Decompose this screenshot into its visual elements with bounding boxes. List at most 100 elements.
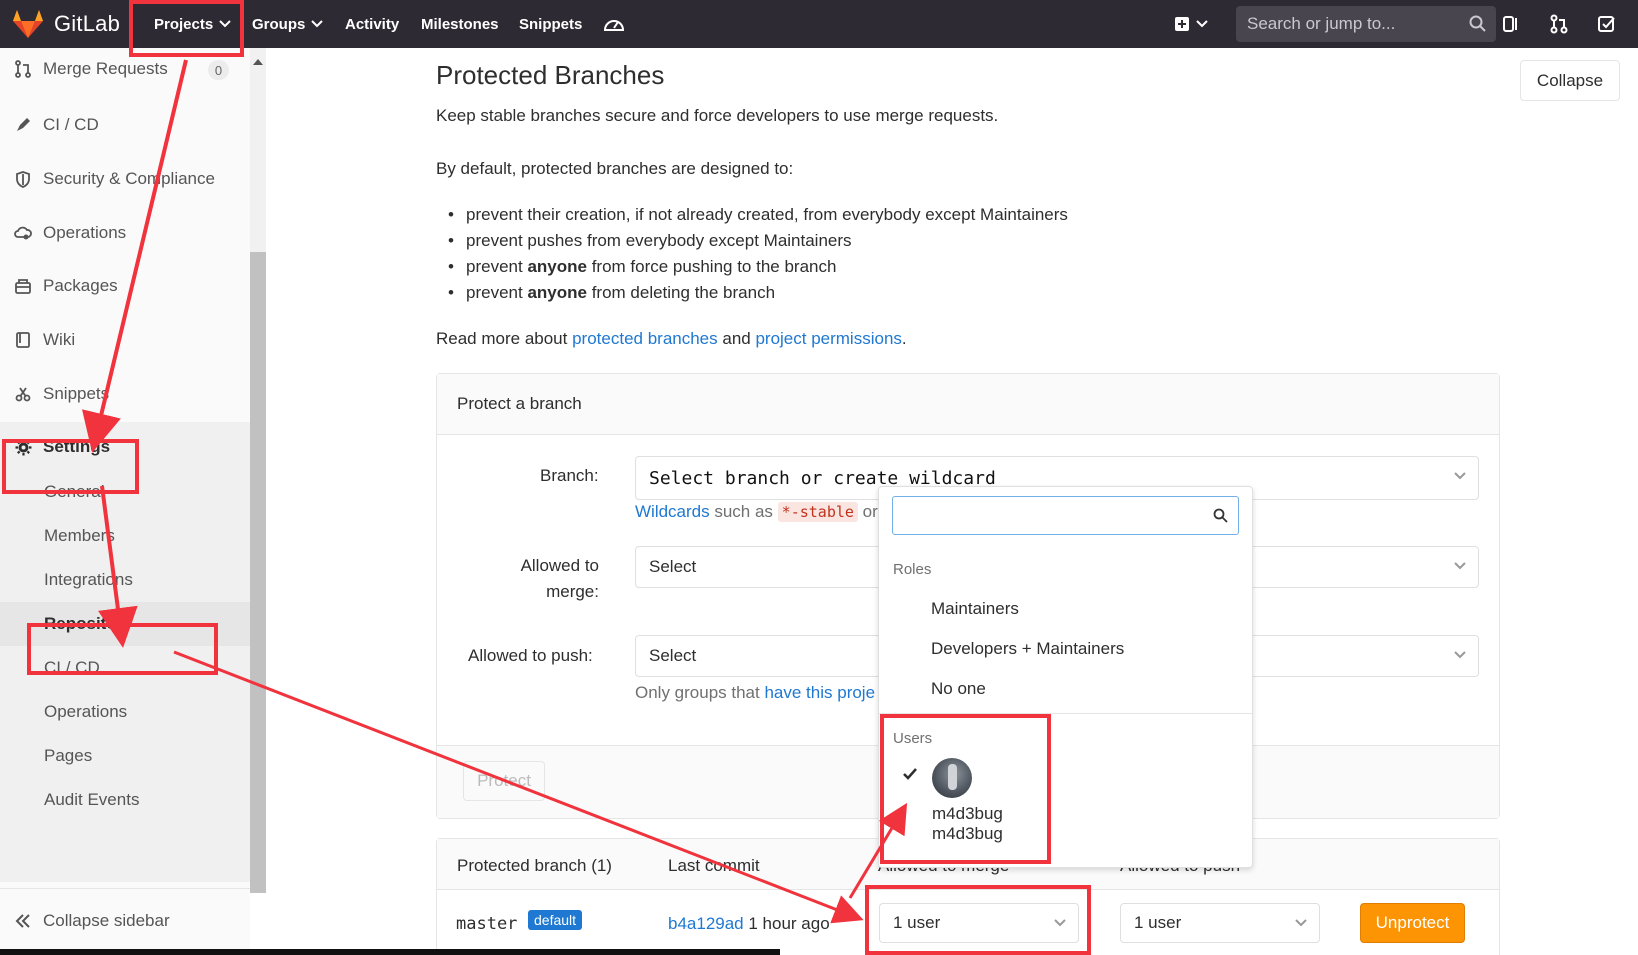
role-option-developers-maintainers[interactable]: Developers + Maintainers (931, 639, 1124, 659)
sidebar-item-label: CI / CD (43, 115, 99, 134)
groups-hint: Only groups that have this proje (635, 683, 876, 702)
collapse-sidebar-button[interactable]: Collapse sidebar (0, 899, 250, 943)
project-sidebar: Merge Requests 0 CI / CD Security & Comp… (0, 48, 250, 955)
plus-square-icon (1175, 17, 1189, 31)
sidebar-item-label: Merge Requests (43, 59, 168, 78)
collapse-sidebar-label: Collapse sidebar (43, 911, 170, 930)
sidebar-item-operations[interactable]: Operations (0, 213, 250, 253)
groups-hint-link[interactable]: have this proje (764, 683, 875, 702)
sidebar-sub-label: Members (44, 526, 115, 545)
protected-branches-link[interactable]: protected branches (572, 329, 718, 348)
nav-activity[interactable]: Activity (345, 0, 399, 48)
cloud-gear-icon (14, 224, 32, 242)
allowed-merge-label-2: merge: (546, 582, 599, 601)
nav-dashboard[interactable] (603, 0, 625, 48)
panel-header: Protect a branch (437, 374, 1499, 435)
new-item-dropdown[interactable] (1174, 0, 1208, 48)
double-chevron-left-icon (14, 912, 32, 930)
annotation-box-repository (27, 623, 218, 675)
sidebar-divider (0, 888, 250, 889)
search-input[interactable]: Search or jump to... (1236, 6, 1496, 42)
sidebar-item-packages[interactable]: Packages (0, 266, 250, 306)
count-badge: 0 (208, 60, 229, 80)
branch-name: master (456, 914, 518, 934)
table-header-branch: Protected branch (1) (457, 856, 612, 875)
sidebar-sub-label: Audit Events (44, 790, 140, 809)
sidebar-sub-audit-events[interactable]: Audit Events (0, 778, 250, 822)
todo-check-icon (1598, 16, 1615, 32)
chevron-down-icon (311, 20, 324, 28)
nav-groups[interactable]: Groups (252, 0, 324, 48)
role-option-maintainers[interactable]: Maintainers (931, 599, 1019, 619)
sidebar-item-security[interactable]: Security & Compliance (0, 159, 250, 199)
sidebar-item-label: Security & Compliance (43, 169, 215, 188)
annotation-box-settings (2, 439, 139, 494)
role-option-no-one[interactable]: No one (931, 679, 986, 699)
gitlab-brand: GitLab (54, 11, 121, 36)
annotation-box-projects (129, 0, 244, 57)
sidebar-sub-label: Integrations (44, 570, 133, 589)
allowed-merge-label: Allowed to (520, 556, 599, 575)
merge-request-icon (14, 60, 32, 78)
protect-button[interactable]: Protect (463, 761, 545, 801)
top-navbar: GitLab Projects Groups Activity Mileston… (0, 0, 1638, 48)
rocket-icon (14, 116, 32, 134)
list-item: • prevent anyone from deleting the branch (448, 283, 776, 302)
book-icon (14, 331, 32, 349)
wildcard-example: *-stable (777, 502, 858, 522)
unprotect-button[interactable]: Unprotect (1360, 903, 1465, 943)
search-icon (1469, 15, 1486, 32)
gitlab-logo[interactable]: GitLab (12, 0, 120, 48)
merge-request-icon (1550, 14, 1568, 34)
todos-nav[interactable] (1598, 0, 1616, 48)
sidebar-sub-operations[interactable]: Operations (0, 690, 250, 734)
list-item: • prevent their creation, if not already … (448, 205, 1068, 224)
sidebar-item-snippets[interactable]: Snippets (0, 374, 250, 414)
search-icon (1213, 508, 1228, 523)
sidebar-sub-members[interactable]: Members (0, 514, 250, 558)
sidebar-sub-label: Operations (44, 702, 128, 721)
nav-milestones[interactable]: Milestones (421, 0, 499, 48)
nav-snippets[interactable]: Snippets (519, 0, 582, 48)
project-permissions-link[interactable]: project permissions (755, 329, 901, 348)
read-more-text: Read more about protected branches and p… (436, 329, 907, 348)
sidebar-item-label: Wiki (43, 330, 76, 349)
row-allowed-push-select[interactable]: 1 user (1120, 903, 1320, 943)
page-title: Protected Branches (436, 60, 665, 90)
collapse-button[interactable]: Collapse (1520, 60, 1620, 101)
sidebar-item-label: Snippets (43, 384, 110, 403)
select-value: Select (649, 557, 697, 576)
allowed-push-label: Allowed to push: (468, 646, 593, 665)
last-commit: b4a129ad 1 hour ago (668, 914, 830, 933)
select-value: Select (649, 646, 697, 665)
wildcards-hint: Wildcards such as *-stable or (635, 502, 878, 522)
chevron-down-icon (1454, 651, 1466, 659)
merge-requests-nav[interactable] (1550, 0, 1568, 48)
select-value: 1 user (1134, 913, 1182, 932)
sidebar-sub-label: Pages (44, 746, 93, 765)
default-text: By default, protected branches are desig… (436, 159, 794, 178)
package-icon (14, 277, 32, 295)
issues-nav[interactable] (1502, 0, 1520, 48)
nav-groups-label: Groups (252, 15, 306, 33)
branch-label: Branch: (540, 466, 599, 485)
default-badge: default (528, 910, 583, 930)
sidebar-item-ci-cd[interactable]: CI / CD (0, 105, 250, 145)
sidebar-item-label: Operations (43, 223, 127, 242)
annotation-box-users (880, 714, 1051, 864)
bottom-bar (0, 949, 780, 955)
sidebar-sub-pages[interactable]: Pages (0, 734, 250, 778)
sidebar-sub-integrations[interactable]: Integrations (0, 558, 250, 602)
roles-header: Roles (893, 561, 932, 578)
dropdown-search-input[interactable] (892, 496, 1239, 535)
issues-icon (1503, 16, 1517, 32)
chevron-down-icon (1295, 919, 1307, 927)
chevron-down-icon (1454, 562, 1466, 570)
sidebar-scroll-thumb[interactable] (250, 252, 266, 893)
wildcards-link[interactable]: Wildcards (635, 502, 710, 521)
commit-sha-link[interactable]: b4a129ad (668, 914, 744, 933)
sidebar-item-wiki[interactable]: Wiki (0, 320, 250, 360)
scroll-up-arrow-icon[interactable] (252, 53, 264, 71)
annotation-box-merge-select (865, 885, 1091, 955)
chevron-down-icon (1454, 472, 1466, 480)
